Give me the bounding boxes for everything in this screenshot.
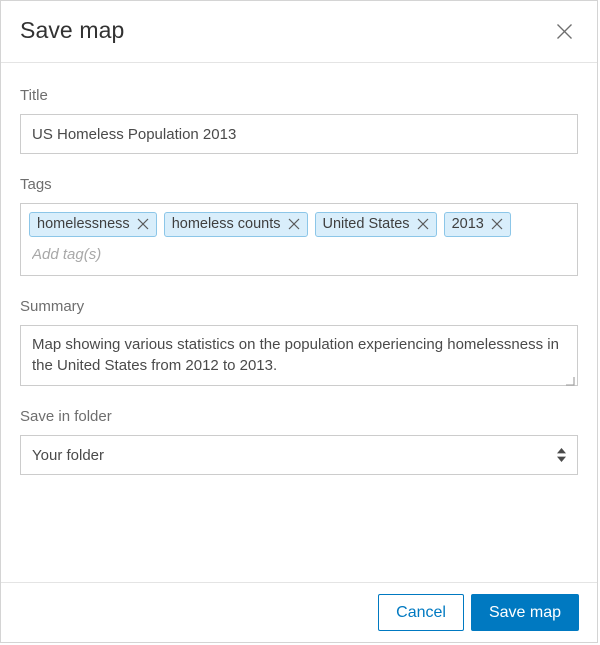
tags-box[interactable]: homelessness homeless counts United Stat… bbox=[20, 203, 578, 276]
cancel-button[interactable]: Cancel bbox=[378, 594, 464, 631]
folder-label: Save in folder bbox=[20, 408, 112, 425]
summary-field-group: Summary bbox=[20, 298, 578, 386]
folder-select-wrapper: Your folder bbox=[20, 435, 578, 475]
title-field-group: Title bbox=[20, 87, 578, 154]
add-tag-input[interactable] bbox=[29, 237, 569, 268]
dialog-body: Title Tags homelessness bbox=[1, 63, 597, 582]
folder-select[interactable]: Your folder bbox=[20, 435, 578, 475]
tag-list: homelessness homeless counts United Stat… bbox=[29, 212, 569, 238]
close-icon[interactable] bbox=[137, 218, 149, 230]
title-label: Title bbox=[20, 87, 48, 104]
tag-chip[interactable]: 2013 bbox=[443, 212, 511, 238]
tag-label: homeless counts bbox=[171, 216, 281, 232]
folder-field-group: Save in folder Your folder bbox=[20, 408, 578, 475]
tag-chip[interactable]: homelessness bbox=[29, 212, 157, 238]
title-input[interactable] bbox=[20, 114, 578, 154]
tag-label: 2013 bbox=[451, 216, 484, 232]
tags-field-group: Tags homelessness homeless counts United… bbox=[20, 176, 578, 276]
close-button[interactable] bbox=[549, 17, 579, 47]
tag-label: United States bbox=[322, 216, 410, 232]
tag-chip[interactable]: United States bbox=[314, 212, 437, 238]
close-icon[interactable] bbox=[417, 218, 429, 230]
page-title: Save map bbox=[20, 17, 125, 43]
dialog-footer: Cancel Save map bbox=[1, 582, 597, 642]
close-icon[interactable] bbox=[288, 218, 300, 230]
tag-label: homelessness bbox=[37, 216, 130, 232]
close-icon[interactable] bbox=[491, 218, 503, 230]
summary-label: Summary bbox=[20, 298, 85, 315]
summary-textarea[interactable] bbox=[20, 325, 578, 386]
tags-label: Tags bbox=[20, 176, 52, 193]
summary-wrapper bbox=[20, 325, 578, 386]
save-map-button[interactable]: Save map bbox=[470, 594, 579, 631]
save-map-dialog: Save map Title Tags homelessness bbox=[0, 0, 598, 643]
dialog-header: Save map bbox=[1, 1, 597, 63]
close-icon bbox=[556, 23, 573, 40]
tag-chip[interactable]: homeless counts bbox=[163, 212, 308, 238]
